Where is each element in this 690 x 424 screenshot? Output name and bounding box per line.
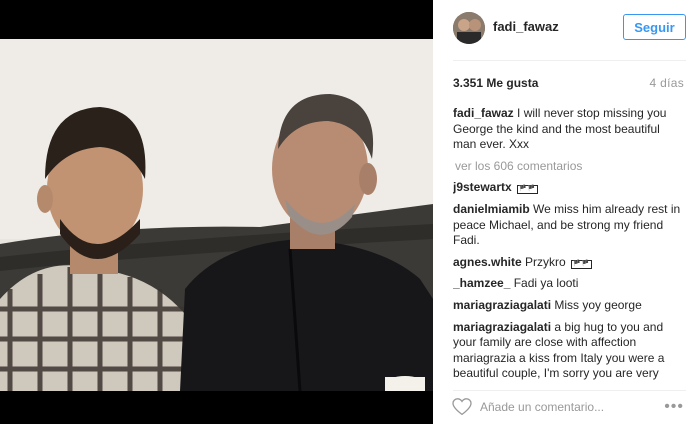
comment-text: Przykro (525, 254, 566, 269)
comment-user[interactable]: agnes.white (453, 255, 522, 269)
add-comment-input[interactable]: Añade un comentario... (480, 400, 604, 414)
caption: fadi_fawaz I will never stop missing you… (453, 106, 683, 153)
flag-emoji-icon: 🏴🏴 (571, 259, 592, 269)
likes-count[interactable]: 3.351 Me gusta (453, 76, 538, 90)
list-item: mariagraziagalati Miss yoy george (453, 298, 683, 314)
comment-text: Fadi ya looti (513, 276, 579, 291)
post-age[interactable]: 4 días (650, 76, 685, 90)
comment-user[interactable]: danielmiamib (453, 202, 530, 216)
comment-user[interactable]: mariagraziagalati (453, 298, 551, 312)
comments-list: fadi_fawaz I will never stop missing you… (453, 106, 683, 380)
flag-emoji-icon: 🏴🏴 (517, 185, 538, 195)
avatar[interactable] (453, 12, 485, 44)
heart-icon[interactable] (452, 398, 472, 416)
view-more-comments-link[interactable]: ver los 606 comentarios (455, 159, 683, 175)
username-link[interactable]: fadi_fawaz (493, 19, 559, 34)
follow-button[interactable]: Seguir (623, 14, 686, 40)
post-photo[interactable] (0, 39, 433, 391)
post-sidebar: fadi_fawaz Seguir 3.351 Me gusta 4 días … (433, 0, 690, 424)
post-header: fadi_fawaz Seguir (433, 0, 690, 56)
list-item: j9stewartx 🏴🏴 (453, 180, 683, 196)
list-item: agnes.white Przykro 🏴🏴 (453, 255, 683, 271)
comment-user[interactable]: j9stewartx (453, 180, 512, 194)
ellipsis-icon[interactable]: ••• (664, 399, 684, 415)
comment-text: Miss yoy george (554, 297, 642, 312)
list-item: _hamzee_ Fadi ya looti (453, 276, 683, 292)
comment-user[interactable]: mariagraziagalati (453, 320, 551, 334)
list-item: mariagraziagalati a big hug to you and y… (453, 320, 683, 380)
divider (453, 390, 686, 391)
divider (453, 60, 686, 61)
list-item: danielmiamib We miss him already rest in… (453, 202, 683, 249)
comment-user[interactable]: _hamzee_ (453, 276, 510, 290)
caption-user[interactable]: fadi_fawaz (453, 106, 514, 120)
photo-panel (0, 0, 433, 424)
